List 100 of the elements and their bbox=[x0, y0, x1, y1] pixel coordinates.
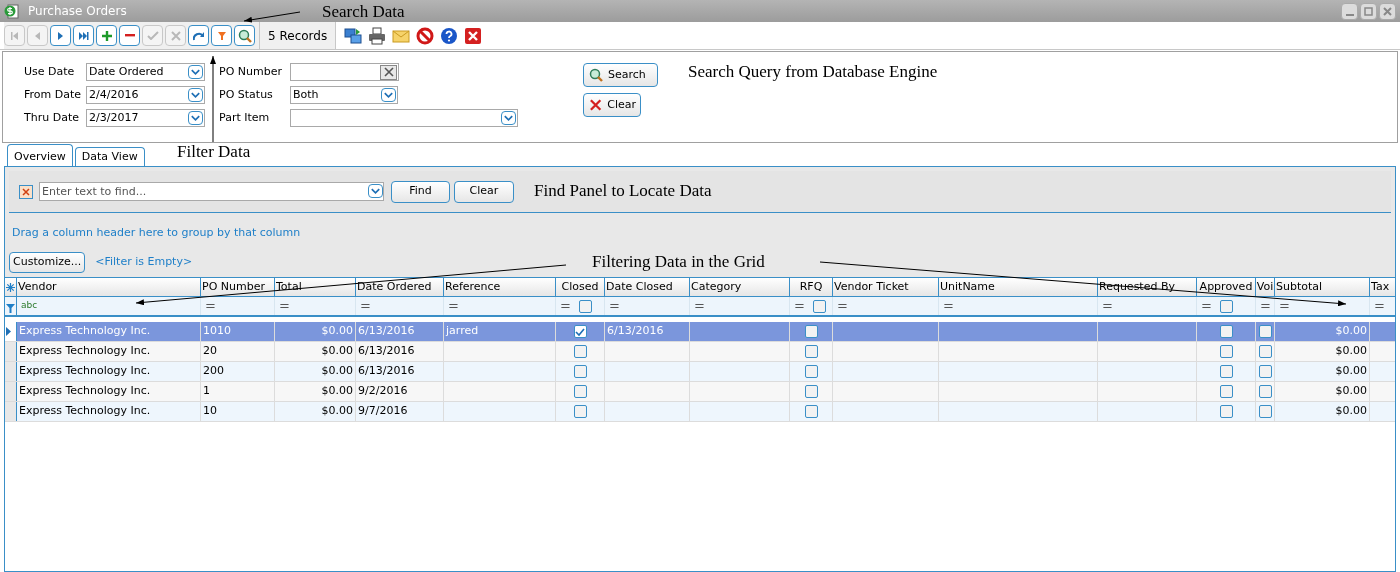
filter-operator[interactable]: = bbox=[1279, 296, 1290, 316]
close-button[interactable] bbox=[1379, 2, 1396, 20]
filter-operator[interactable]: = bbox=[943, 296, 954, 316]
clear-button[interactable]: Clear bbox=[454, 180, 514, 203]
checkbox[interactable] bbox=[1258, 365, 1272, 378]
checkbox[interactable] bbox=[804, 325, 818, 338]
filter-operator[interactable]: = bbox=[694, 296, 705, 316]
help-button[interactable] bbox=[440, 26, 459, 45]
filter-operator[interactable]: = bbox=[1374, 296, 1385, 316]
filter-operator[interactable]: = bbox=[448, 296, 459, 316]
tab[interactable]: Overview bbox=[7, 144, 73, 166]
clear-button[interactable] bbox=[380, 64, 397, 80]
filter-operator[interactable]: = bbox=[1201, 296, 1212, 316]
filter-operator[interactable]: = bbox=[560, 296, 571, 316]
find-button[interactable]: Find bbox=[391, 180, 450, 203]
search-button[interactable] bbox=[234, 25, 255, 46]
dropdown-field[interactable]: Date Ordered bbox=[86, 63, 205, 81]
filter-operator[interactable]: = bbox=[360, 296, 371, 316]
table-cell: 1010 bbox=[201, 322, 275, 341]
minimize-button[interactable] bbox=[1341, 2, 1358, 20]
checkbox[interactable] bbox=[804, 405, 818, 418]
table-cell: Express Technology Inc. bbox=[17, 322, 201, 341]
column-header[interactable]: Date Ordered bbox=[356, 278, 444, 296]
table-cell: 20 bbox=[201, 342, 275, 361]
dropdown-field[interactable]: Both bbox=[290, 86, 398, 104]
dropdown-field[interactable] bbox=[290, 109, 518, 127]
column-header[interactable]: RFQ bbox=[790, 278, 833, 296]
filter-operator[interactable]: = bbox=[205, 296, 216, 316]
checkbox[interactable] bbox=[573, 405, 587, 418]
filter-operator[interactable]: = bbox=[794, 296, 805, 316]
column-header[interactable]: Vendor Ticket bbox=[833, 278, 939, 296]
next-button[interactable] bbox=[50, 25, 71, 46]
clear-button[interactable]: Clear bbox=[583, 93, 641, 117]
column-header[interactable]: PO Number bbox=[201, 278, 275, 296]
dropdown-button[interactable] bbox=[368, 184, 383, 198]
column-header[interactable]: Tax bbox=[1370, 278, 1395, 296]
filter-operator[interactable]: = bbox=[279, 296, 290, 316]
maximize-button[interactable] bbox=[1360, 2, 1377, 20]
checkbox[interactable] bbox=[1258, 385, 1272, 398]
customize-button[interactable]: Customize... bbox=[9, 251, 86, 273]
checkbox[interactable] bbox=[1219, 325, 1233, 338]
filter-operator[interactable]: = bbox=[1102, 296, 1113, 316]
plus-button[interactable] bbox=[96, 25, 117, 46]
tab[interactable]: Data View bbox=[74, 147, 145, 166]
minus-button[interactable] bbox=[119, 25, 140, 46]
checkbox[interactable] bbox=[578, 299, 592, 313]
text-field[interactable] bbox=[290, 63, 399, 81]
dropdown-button[interactable] bbox=[188, 111, 203, 125]
checkbox[interactable] bbox=[1219, 345, 1233, 358]
record-count: 5 Records bbox=[260, 22, 337, 49]
dropdown-button[interactable] bbox=[501, 111, 516, 125]
dropdown-button[interactable] bbox=[188, 65, 203, 79]
dropdown-field[interactable]: 2/3/2017 bbox=[86, 109, 205, 127]
monitors-button[interactable] bbox=[344, 26, 363, 45]
filter-operator[interactable]: = bbox=[837, 296, 848, 316]
column-header[interactable]: UnitName bbox=[939, 278, 1098, 296]
checkbox[interactable] bbox=[804, 385, 818, 398]
dropdown-field[interactable]: 2/4/2016 bbox=[86, 86, 205, 104]
column-header[interactable]: Category bbox=[690, 278, 790, 296]
checkbox[interactable] bbox=[1219, 405, 1233, 418]
column-header[interactable]: Reference bbox=[444, 278, 556, 296]
checkbox[interactable] bbox=[1219, 299, 1233, 313]
column-header[interactable]: Closed bbox=[556, 278, 605, 296]
column-header[interactable]: Subtotal bbox=[1275, 278, 1370, 296]
close-button[interactable] bbox=[464, 26, 483, 45]
checkbox[interactable] bbox=[1258, 405, 1272, 418]
column-header[interactable]: Vendor bbox=[17, 278, 201, 296]
column-header[interactable]: Voi bbox=[1256, 278, 1275, 296]
checkbox[interactable] bbox=[812, 299, 826, 313]
column-header[interactable]: Date Closed bbox=[605, 278, 690, 296]
checkbox[interactable] bbox=[573, 365, 587, 378]
redo-button[interactable] bbox=[188, 25, 209, 46]
checkbox[interactable] bbox=[1219, 365, 1233, 378]
filter-operator[interactable]: = bbox=[609, 296, 620, 316]
dropdown-button[interactable] bbox=[381, 88, 396, 102]
checkbox[interactable] bbox=[804, 345, 818, 358]
checkbox[interactable] bbox=[1258, 345, 1272, 358]
checkbox[interactable] bbox=[573, 385, 587, 398]
row-indicator[interactable] bbox=[5, 322, 17, 341]
printer-button[interactable] bbox=[368, 26, 387, 45]
checkbox[interactable] bbox=[804, 365, 818, 378]
filter-operator[interactable]: abc bbox=[21, 299, 38, 313]
row-indicator[interactable] bbox=[5, 362, 17, 381]
search-button[interactable]: Search bbox=[583, 63, 658, 87]
filter-button[interactable] bbox=[211, 25, 232, 46]
row-indicator[interactable] bbox=[5, 342, 17, 361]
field-label: PO Status bbox=[219, 86, 274, 103]
find-field[interactable]: Enter text to find... bbox=[39, 182, 384, 201]
checkbox[interactable] bbox=[1219, 385, 1233, 398]
filter-operator[interactable]: = bbox=[1260, 296, 1271, 316]
checkbox[interactable] bbox=[573, 345, 587, 358]
no-entry-button[interactable] bbox=[416, 26, 435, 45]
row-indicator[interactable] bbox=[5, 402, 17, 421]
column-header[interactable]: Approved bbox=[1197, 278, 1256, 296]
close-button[interactable] bbox=[19, 184, 33, 199]
checkbox[interactable] bbox=[1258, 325, 1272, 338]
dropdown-button[interactable] bbox=[188, 88, 203, 102]
row-indicator[interactable] bbox=[5, 382, 17, 401]
last-button[interactable] bbox=[73, 25, 94, 46]
checkbox[interactable] bbox=[573, 325, 587, 338]
